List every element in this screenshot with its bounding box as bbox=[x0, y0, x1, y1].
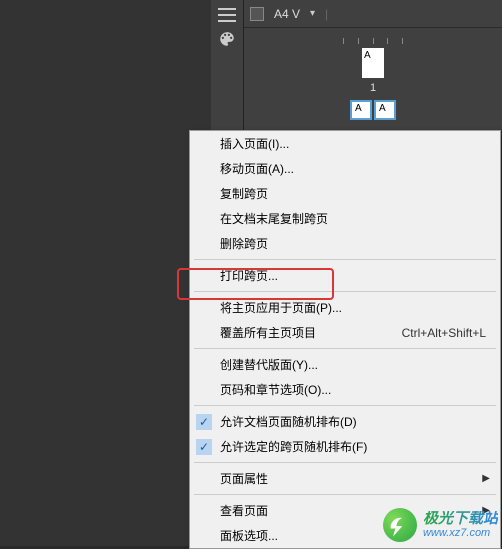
hamburger-icon[interactable] bbox=[218, 8, 236, 22]
pages-display: A 1 A A bbox=[244, 28, 502, 130]
menu-page-attributes[interactable]: 页面属性 ▶ bbox=[190, 466, 500, 491]
menu-insert-pages[interactable]: 插入页面(I)... bbox=[190, 131, 500, 156]
menu-create-alternate[interactable]: 创建替代版面(Y)... bbox=[190, 352, 500, 377]
keyboard-shortcut: Ctrl+Alt+Shift+L bbox=[402, 326, 486, 340]
spread-page-right[interactable]: A bbox=[374, 100, 396, 120]
menu-label: 创建替代版面(Y)... bbox=[220, 356, 318, 373]
menu-label: 在文档末尾复制跨页 bbox=[220, 210, 328, 227]
menu-label: 页面属性 bbox=[220, 470, 268, 487]
pages-panel: A4 V ▾ | A 1 A A bbox=[244, 0, 502, 130]
ruler-marks bbox=[343, 38, 403, 46]
menu-divider bbox=[194, 291, 496, 292]
page-size-dropdown[interactable]: A4 V bbox=[270, 5, 304, 23]
menu-override-master[interactable]: 覆盖所有主页项目 Ctrl+Alt+Shift+L bbox=[190, 320, 500, 345]
menu-duplicate-at-end[interactable]: 在文档末尾复制跨页 bbox=[190, 206, 500, 231]
master-page-thumb[interactable]: A bbox=[362, 48, 384, 78]
menu-label: 允许文档页面随机排布(D) bbox=[220, 413, 357, 430]
palette-icon[interactable] bbox=[218, 30, 236, 48]
menu-label: 允许选定的跨页随机排布(F) bbox=[220, 438, 367, 455]
menu-label: 查看页面 bbox=[220, 502, 268, 519]
menu-divider bbox=[194, 405, 496, 406]
chevron-down-icon[interactable]: ▾ bbox=[310, 8, 315, 19]
menu-allow-doc-shuffle[interactable]: ✓ 允许文档页面随机排布(D) bbox=[190, 409, 500, 434]
menu-divider bbox=[194, 462, 496, 463]
menu-page-section-options[interactable]: 页码和章节选项(O)... bbox=[190, 377, 500, 402]
chevron-right-icon: ▶ bbox=[482, 473, 490, 484]
watermark-logo-icon bbox=[383, 508, 417, 542]
menu-apply-master[interactable]: 将主页应用于页面(P)... bbox=[190, 295, 500, 320]
menu-divider bbox=[194, 259, 496, 260]
menu-delete-spread[interactable]: 删除跨页 bbox=[190, 231, 500, 256]
menu-divider bbox=[194, 494, 496, 495]
menu-label: 面板选项... bbox=[220, 527, 278, 544]
menu-label: 复制跨页 bbox=[220, 185, 268, 202]
watermark-url: www.xz7.com bbox=[423, 527, 498, 539]
page-icon[interactable] bbox=[250, 7, 264, 21]
page-number-label: 1 bbox=[370, 82, 376, 94]
check-icon: ✓ bbox=[196, 439, 212, 455]
spread-thumb[interactable]: A A bbox=[350, 100, 396, 120]
menu-move-pages[interactable]: 移动页面(A)... bbox=[190, 156, 500, 181]
menu-divider bbox=[194, 348, 496, 349]
menu-label: 移动页面(A)... bbox=[220, 160, 294, 177]
menu-print-spread[interactable]: 打印跨页... bbox=[190, 263, 500, 288]
check-icon: ✓ bbox=[196, 414, 212, 430]
menu-label: 覆盖所有主页项目 bbox=[220, 324, 316, 341]
menu-duplicate-spread[interactable]: 复制跨页 bbox=[190, 181, 500, 206]
panel-toolbar: A4 V ▾ | bbox=[244, 0, 502, 28]
menu-allow-spread-shuffle[interactable]: ✓ 允许选定的跨页随机排布(F) bbox=[190, 434, 500, 459]
context-menu: 插入页面(I)... 移动页面(A)... 复制跨页 在文档末尾复制跨页 删除跨… bbox=[189, 130, 501, 549]
menu-label: 将主页应用于页面(P)... bbox=[220, 299, 342, 316]
menu-label: 删除跨页 bbox=[220, 235, 268, 252]
menu-label: 页码和章节选项(O)... bbox=[220, 381, 331, 398]
watermark-title: 极光下载站 bbox=[423, 511, 498, 528]
menu-label: 打印跨页... bbox=[220, 267, 278, 284]
tool-sidebar bbox=[211, 0, 244, 130]
watermark: 极光下载站 www.xz7.com bbox=[383, 508, 498, 542]
spread-page-left[interactable]: A bbox=[350, 100, 372, 120]
menu-label: 插入页面(I)... bbox=[220, 135, 289, 152]
watermark-text: 极光下载站 www.xz7.com bbox=[423, 511, 498, 540]
